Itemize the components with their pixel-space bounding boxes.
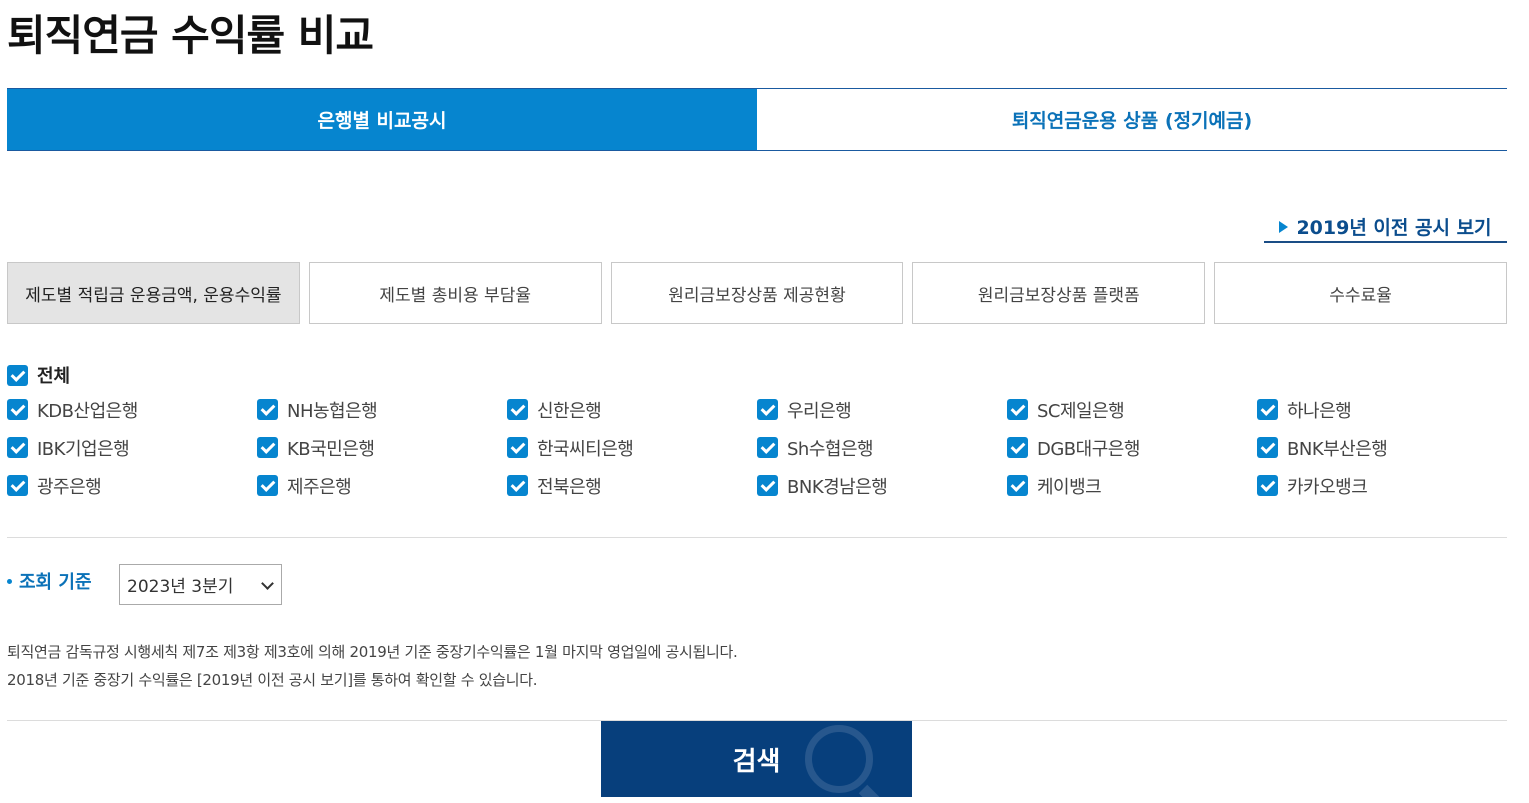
checkbox-checked-icon[interactable] [1007, 475, 1028, 496]
checkbox-checked-icon[interactable] [507, 399, 528, 420]
checkbox-checked-icon[interactable] [1007, 399, 1028, 420]
period-select-value: 2023년 3분기 [127, 577, 234, 597]
checkbox-checked-icon[interactable] [507, 437, 528, 458]
bank-label: 카카오뱅크 [1287, 476, 1368, 498]
bank-checkbox[interactable]: KB국민은행 [257, 435, 507, 460]
query-basis-label: 조회 기준 [7, 568, 92, 594]
checkbox-checked-icon[interactable] [7, 364, 28, 386]
checkbox-checked-icon[interactable] [257, 437, 278, 458]
bank-checkbox[interactable]: 신한은행 [507, 397, 757, 422]
page-title: 퇴직연금 수익률 비교 [7, 11, 374, 60]
bank-label: 전북은행 [537, 476, 602, 498]
bank-checkbox[interactable]: BNK부산은행 [1257, 435, 1507, 460]
subtab-fee-rate[interactable]: 수수료율 [1214, 262, 1507, 324]
divider [7, 537, 1507, 538]
search-button[interactable]: 검색 [601, 721, 912, 797]
bank-label: 제주은행 [287, 476, 352, 498]
bank-label: 케이뱅크 [1037, 476, 1102, 498]
magnifier-icon [805, 725, 873, 793]
bank-checkbox[interactable]: 광주은행 [7, 473, 257, 498]
bank-label: 신한은행 [537, 400, 602, 422]
bank-checkbox[interactable]: SC제일은행 [1007, 397, 1257, 422]
check-all-label: 전체 [37, 366, 71, 387]
bank-label: DGB대구은행 [1037, 438, 1140, 460]
bank-label: 하나은행 [1287, 400, 1352, 422]
bank-checkbox[interactable]: KDB산업은행 [7, 397, 257, 422]
tab-deposit-products[interactable]: 퇴직연금운용 상품 (정기예금) [757, 89, 1507, 150]
bank-checkbox[interactable]: 케이뱅크 [1007, 473, 1257, 498]
checkbox-checked-icon[interactable] [7, 475, 28, 496]
query-basis-text: 조회 기준 [19, 572, 92, 593]
chevron-down-icon [261, 577, 274, 590]
subtab-reserve-returns[interactable]: 제도별 적립금 운용금액, 운용수익률 [7, 262, 300, 324]
checkbox-checked-icon[interactable] [7, 437, 28, 458]
tab-bank-comparison[interactable]: 은행별 비교공시 [7, 89, 757, 150]
checkbox-checked-icon[interactable] [757, 399, 778, 420]
bank-label: KDB산업은행 [37, 400, 138, 422]
bullet-icon [7, 578, 12, 584]
subtab-guaranteed-platform[interactable]: 원리금보장상품 플랫폼 [912, 262, 1206, 324]
bank-label: 우리은행 [787, 400, 852, 422]
bank-checkbox[interactable]: Sh수협은행 [757, 435, 1007, 460]
period-select[interactable]: 2023년 3분기 [119, 564, 282, 605]
bank-label: IBK기업은행 [37, 438, 130, 460]
bank-label: KB국민은행 [287, 438, 375, 460]
checkbox-checked-icon[interactable] [507, 475, 528, 496]
bank-checkbox[interactable]: 하나은행 [1257, 397, 1507, 422]
checkbox-checked-icon[interactable] [1007, 437, 1028, 458]
sub-tabs: 제도별 적립금 운용금액, 운용수익률 제도별 총비용 부담율 원리금보장상품 … [7, 262, 1507, 324]
bank-checkbox[interactable]: 카카오뱅크 [1257, 473, 1507, 498]
checkbox-checked-icon[interactable] [257, 475, 278, 496]
bank-checkbox[interactable]: 전북은행 [507, 473, 757, 498]
subtab-total-cost[interactable]: 제도별 총비용 부담율 [308, 262, 602, 324]
bank-label: SC제일은행 [1037, 400, 1125, 422]
subtab-guaranteed-status[interactable]: 원리금보장상품 제공현황 [610, 262, 904, 324]
triangle-right-icon [1279, 220, 1289, 233]
checkbox-checked-icon[interactable] [1257, 475, 1278, 496]
bank-label: BNK경남은행 [787, 476, 888, 498]
bank-checkbox[interactable]: DGB대구은행 [1007, 435, 1257, 460]
checkbox-checked-icon[interactable] [257, 399, 278, 420]
bank-checkbox[interactable]: NH농협은행 [257, 397, 507, 422]
notice-line: 2018년 기준 중장기 수익률은 [2019년 이전 공시 보기]를 통하여 … [7, 671, 538, 689]
bank-checkbox[interactable]: BNK경남은행 [757, 473, 1007, 498]
notice-text: 퇴직연금 감독규정 시행세칙 제7조 제3항 제3호에 의해 2019년 기준 … [7, 638, 738, 694]
checkbox-checked-icon[interactable] [757, 437, 778, 458]
bank-label: Sh수협은행 [787, 438, 874, 460]
prev-disclosure-label: 2019년 이전 공시 보기 [1296, 217, 1492, 239]
search-button-label: 검색 [732, 746, 781, 777]
prev-disclosure-link[interactable]: 2019년 이전 공시 보기 [1264, 212, 1507, 243]
bank-checkbox[interactable]: 제주은행 [257, 473, 507, 498]
bank-label: 광주은행 [37, 476, 102, 498]
checkbox-checked-icon[interactable] [7, 399, 28, 420]
bank-checkbox[interactable]: 한국씨티은행 [507, 435, 757, 460]
notice-line: 퇴직연금 감독규정 시행세칙 제7조 제3항 제3호에 의해 2019년 기준 … [7, 643, 738, 661]
magnifier-handle [858, 784, 895, 797]
main-tabs: 은행별 비교공시 퇴직연금운용 상품 (정기예금) [7, 88, 1507, 151]
bank-label: BNK부산은행 [1287, 438, 1388, 460]
bank-checkbox-grid: KDB산업은행 NH농협은행 신한은행 우리은행 SC제일은행 하나은행 IBK… [7, 397, 1507, 498]
checkbox-checked-icon[interactable] [1257, 437, 1278, 458]
check-all[interactable]: 전체 [7, 362, 70, 388]
checkbox-checked-icon[interactable] [1257, 399, 1278, 420]
bank-label: 한국씨티은행 [537, 438, 634, 460]
checkbox-checked-icon[interactable] [757, 475, 778, 496]
bank-checkbox[interactable]: 우리은행 [757, 397, 1007, 422]
bank-label: NH농협은행 [287, 400, 378, 422]
bank-checkbox[interactable]: IBK기업은행 [7, 435, 257, 460]
